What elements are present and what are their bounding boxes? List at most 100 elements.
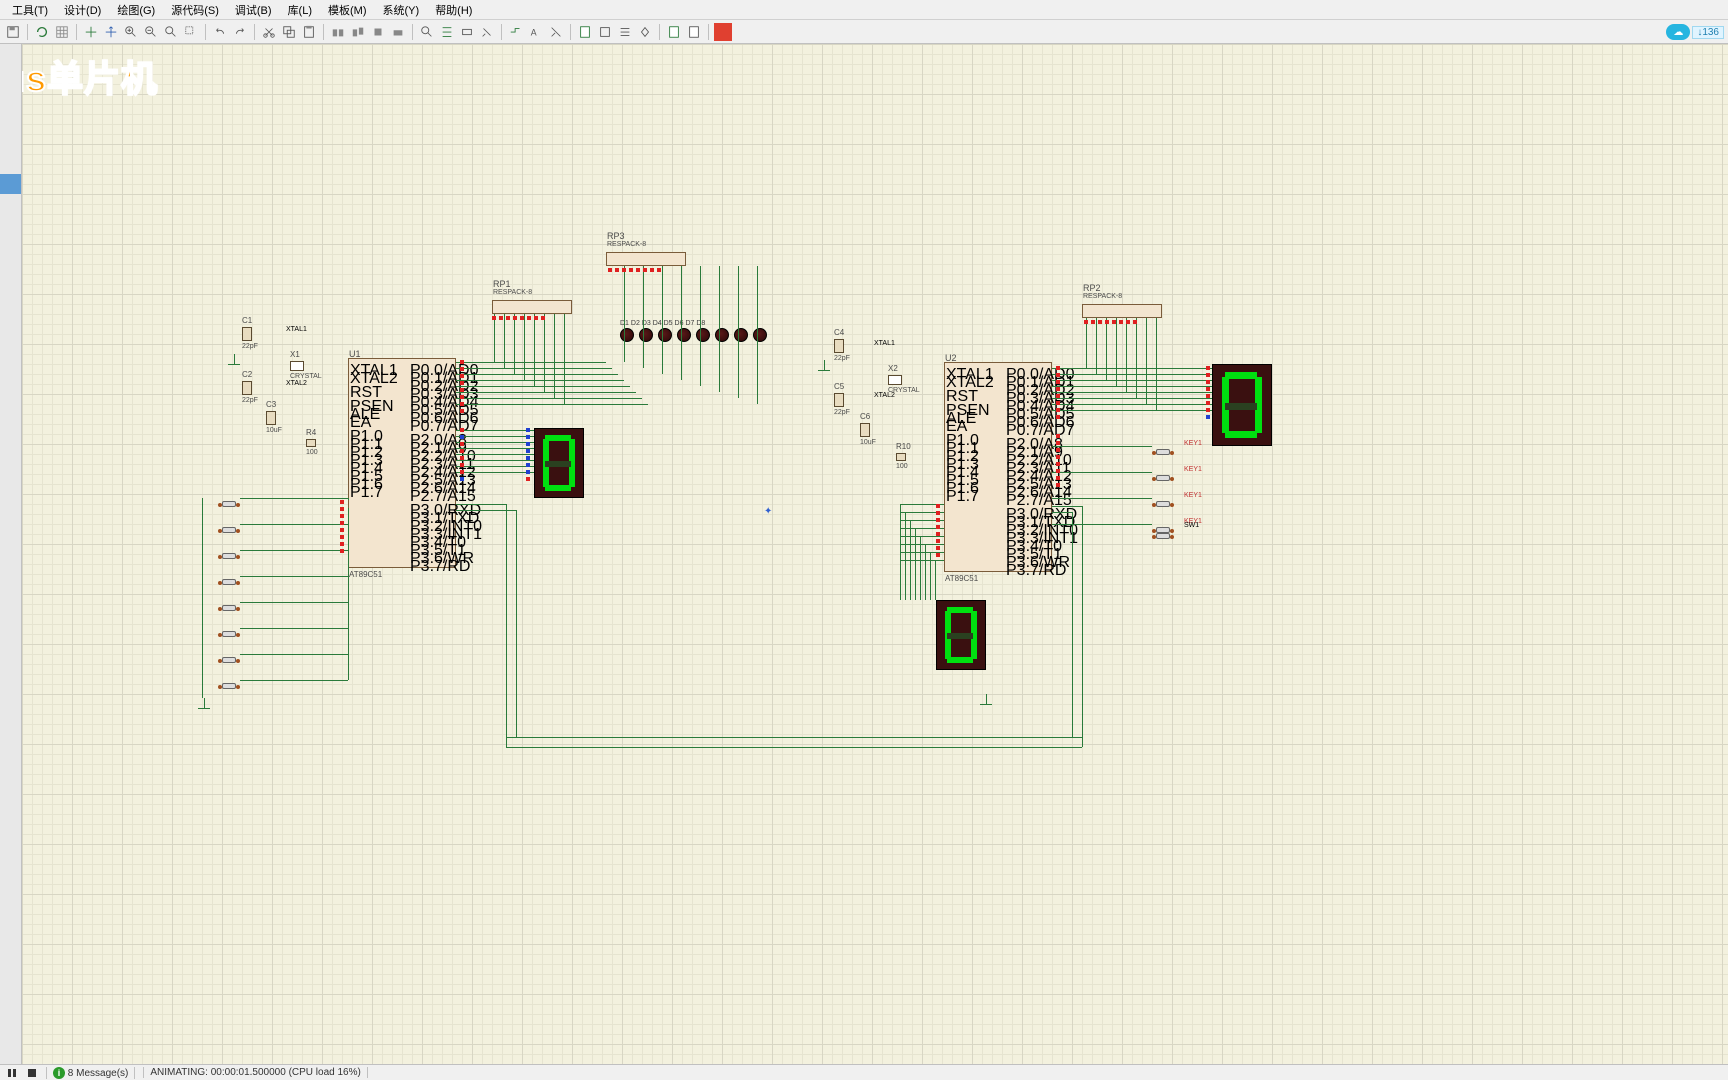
wire xyxy=(240,576,348,577)
push-button-3[interactable] xyxy=(218,546,240,554)
copy-icon[interactable] xyxy=(280,23,298,41)
zoom-in-icon[interactable] xyxy=(122,23,140,41)
key-button-2[interactable] xyxy=(1152,468,1174,476)
menu-bar: 工具(T) 设计(D) 绘图(G) 源代码(S) 调试(B) 库(L) 模板(M… xyxy=(0,0,1728,20)
led-d7[interactable] xyxy=(734,328,748,342)
wire xyxy=(524,314,525,380)
cut-icon[interactable] xyxy=(260,23,278,41)
wire xyxy=(456,460,534,461)
find-icon[interactable]: A xyxy=(527,23,545,41)
search-icon[interactable] xyxy=(418,23,436,41)
report-icon[interactable] xyxy=(685,23,703,41)
refresh-icon[interactable] xyxy=(33,23,51,41)
component-rp2[interactable]: RP2 RESPACK-8 xyxy=(1082,304,1162,318)
seven-seg-3[interactable] xyxy=(936,600,986,670)
download-speed: ↓136 xyxy=(1692,26,1724,39)
component-rp1[interactable]: RP1 RESPACK-8 xyxy=(492,300,572,314)
netlist-icon[interactable] xyxy=(616,23,634,41)
component-rp3[interactable]: RP3 RESPACK-8 xyxy=(606,252,686,266)
property-icon[interactable] xyxy=(438,23,456,41)
erc-icon[interactable] xyxy=(596,23,614,41)
component-c3[interactable]: C310uF xyxy=(266,400,282,434)
wire-autoroute-icon[interactable] xyxy=(507,23,525,41)
ares-icon[interactable] xyxy=(714,23,732,41)
menu-debug[interactable]: 调试(B) xyxy=(227,0,280,20)
push-button-5[interactable] xyxy=(218,598,240,606)
menu-library[interactable]: 库(L) xyxy=(280,0,320,20)
push-button-7[interactable] xyxy=(218,650,240,658)
component-r10[interactable]: R10100 xyxy=(896,442,911,470)
stop-icon[interactable] xyxy=(26,1067,38,1079)
pause-icon[interactable] xyxy=(6,1067,18,1079)
ground-icon xyxy=(818,360,830,371)
led-d1[interactable] xyxy=(620,328,634,342)
wire xyxy=(1136,318,1137,398)
block-rotate-icon[interactable] xyxy=(369,23,387,41)
wire xyxy=(456,472,534,473)
push-button-2[interactable] xyxy=(218,520,240,528)
push-button-6[interactable] xyxy=(218,624,240,632)
component-r4[interactable]: R4100 xyxy=(306,428,318,456)
component-c2[interactable]: C222pF xyxy=(242,370,258,404)
menu-help[interactable]: 帮助(H) xyxy=(427,0,480,20)
undo-icon[interactable] xyxy=(211,23,229,41)
led-d8[interactable] xyxy=(753,328,767,342)
wire xyxy=(456,466,534,467)
block-delete-icon[interactable] xyxy=(389,23,407,41)
property-assign-icon[interactable] xyxy=(547,23,565,41)
menu-design[interactable]: 设计(D) xyxy=(56,0,109,20)
zoom-area-icon[interactable] xyxy=(182,23,200,41)
pan-icon[interactable] xyxy=(102,23,120,41)
rp2-logic xyxy=(1084,320,1137,324)
led-d2[interactable] xyxy=(639,328,653,342)
wire xyxy=(456,454,534,455)
component-x2[interactable]: X2CRYSTAL xyxy=(888,364,920,394)
led-d5[interactable] xyxy=(696,328,710,342)
grid-icon[interactable] xyxy=(53,23,71,41)
led-d4[interactable] xyxy=(677,328,691,342)
component-x1[interactable]: X1CRYSTAL xyxy=(290,350,322,380)
schematic-canvas[interactable]: eus单片机 RP3 RESPACK-8 RP1 RESPACK-8 RP2 R… xyxy=(22,44,1728,1064)
menu-draw[interactable]: 绘图(G) xyxy=(109,0,163,20)
cloud-icon[interactable]: ☁ xyxy=(1666,24,1690,40)
wire xyxy=(1146,318,1147,404)
wire xyxy=(506,747,1082,748)
led-d3[interactable] xyxy=(658,328,672,342)
paste-icon[interactable] xyxy=(300,23,318,41)
package-icon[interactable] xyxy=(458,23,476,41)
wire xyxy=(1096,318,1097,374)
decompose-icon[interactable] xyxy=(478,23,496,41)
push-button-1[interactable] xyxy=(218,494,240,502)
zoom-out-icon[interactable] xyxy=(142,23,160,41)
zoom-fit-icon[interactable] xyxy=(162,23,180,41)
seven-seg-1[interactable] xyxy=(534,428,584,498)
cursor-crosshair-icon: ✦ xyxy=(764,506,770,512)
redo-icon[interactable] xyxy=(231,23,249,41)
block-move-icon[interactable] xyxy=(349,23,367,41)
push-button-8[interactable] xyxy=(218,676,240,684)
switch-sw1[interactable] xyxy=(1152,526,1174,534)
menu-system[interactable]: 系统(Y) xyxy=(375,0,428,20)
devices-tab[interactable] xyxy=(0,174,21,194)
key-button-1[interactable] xyxy=(1152,442,1174,450)
menu-tools[interactable]: 工具(T) xyxy=(4,0,56,20)
wire xyxy=(456,380,624,381)
origin-icon[interactable] xyxy=(82,23,100,41)
component-c4[interactable]: C422pF xyxy=(834,328,850,362)
new-sheet-icon[interactable] xyxy=(576,23,594,41)
wire xyxy=(719,266,720,392)
seven-seg-2[interactable] xyxy=(1212,364,1272,446)
menu-source[interactable]: 源代码(S) xyxy=(163,0,227,20)
block-copy-icon[interactable] xyxy=(329,23,347,41)
save-icon[interactable] xyxy=(4,23,22,41)
menu-template[interactable]: 模板(M) xyxy=(320,0,375,20)
key-button-3[interactable] xyxy=(1152,494,1174,502)
bom-icon[interactable] xyxy=(665,23,683,41)
component-c6[interactable]: C610uF xyxy=(860,412,876,446)
component-c1[interactable]: C122pF xyxy=(242,316,258,350)
messages-panel[interactable]: i 8 Message(s) xyxy=(46,1067,135,1079)
led-d6[interactable] xyxy=(715,328,729,342)
compile-icon[interactable] xyxy=(636,23,654,41)
component-c5[interactable]: C522pF xyxy=(834,382,850,416)
push-button-4[interactable] xyxy=(218,572,240,580)
